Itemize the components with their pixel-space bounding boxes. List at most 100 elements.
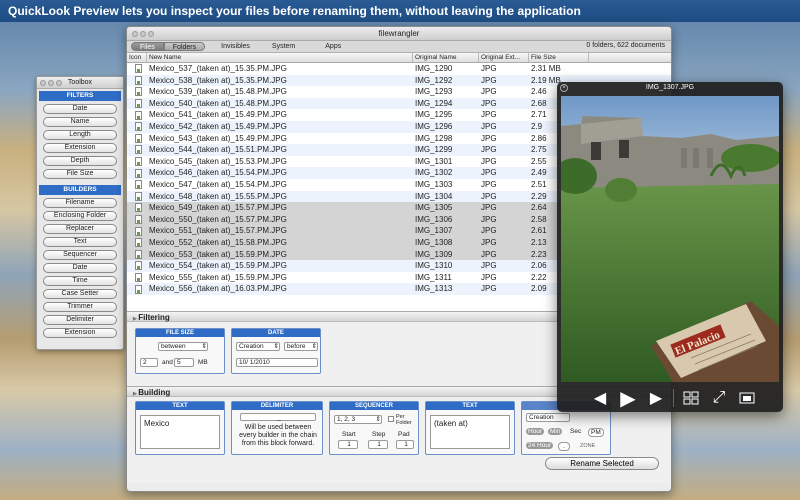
minimize-dot-icon[interactable] xyxy=(48,80,54,86)
new-name-cell: Mexico_545_(taken at)_15.53.PM.JPG xyxy=(149,156,287,166)
new-name-cell: Mexico_541_(taken at)_15.49.PM.JPG xyxy=(149,110,287,120)
text-input-1[interactable]: Mexico xyxy=(140,415,220,449)
ruins-photo-image: El Palacio xyxy=(561,96,779,382)
new-name-cell: Mexico_547_(taken at)_15.54.PM.JPG xyxy=(149,179,287,189)
text-builder-block-1[interactable]: TEXT Mexico xyxy=(135,401,225,455)
filter-4-button[interactable]: Depth xyxy=(43,156,117,166)
builder-6-button[interactable]: Time xyxy=(43,276,117,286)
folders-segment[interactable]: Folders xyxy=(163,42,206,51)
jpg-file-icon xyxy=(127,98,147,110)
date-filter-block[interactable]: DATE Creation ⇕ before ⇕ 10/ 1/2010 xyxy=(231,328,321,374)
time-separator[interactable]: . xyxy=(558,442,570,451)
builder-5-button[interactable]: Date xyxy=(43,263,117,273)
jpg-file-icon xyxy=(127,63,147,75)
delimiter-input[interactable]: _ xyxy=(240,413,316,421)
original-ext-cell: JPG xyxy=(481,203,497,213)
zone-token[interactable]: ZONE xyxy=(580,443,595,449)
builder-8-button[interactable]: Trimmer xyxy=(43,302,117,312)
original-ext-cell: JPG xyxy=(481,75,497,85)
size-high-field[interactable]: 5 xyxy=(174,358,194,367)
builder-0-button[interactable]: Filename xyxy=(43,198,117,208)
filter-5-button[interactable]: File Size xyxy=(43,169,117,179)
text-builder-block-2[interactable]: TEXT (taken at) xyxy=(425,401,515,455)
date-mode-select[interactable]: before ⇕ xyxy=(284,342,318,351)
file-size-filter-block[interactable]: FILE SIZE between ⇕ 2 and 5 MB xyxy=(135,328,225,374)
filter-1-button[interactable]: Name xyxy=(43,117,117,127)
pad-label: Pad xyxy=(398,431,410,438)
col-icon[interactable]: Icon xyxy=(127,53,147,62)
builder-10-button[interactable]: Extension xyxy=(43,328,117,338)
next-arrow-icon[interactable]: ▶ xyxy=(645,387,667,409)
unit-select[interactable]: MB xyxy=(198,359,208,366)
filter-3-button[interactable]: Extension xyxy=(43,143,117,153)
files-segment[interactable]: Files xyxy=(131,42,164,51)
builder-3-button[interactable]: Text xyxy=(43,237,117,247)
rename-selected-button[interactable]: Rename Selected xyxy=(545,457,659,470)
close-icon[interactable]: × xyxy=(560,84,568,92)
original-ext-cell: JPG xyxy=(481,64,497,73)
toolbox-title: Toolbox xyxy=(67,79,93,86)
col-original-name[interactable]: Original Name xyxy=(413,53,479,62)
builder-1-button[interactable]: Enclosing Folder xyxy=(43,211,117,221)
delimiter-note: Will be used between every builder in th… xyxy=(239,424,317,447)
date-field-select[interactable]: Creation ⇕ xyxy=(236,342,280,351)
builder-2-button[interactable]: Replacer xyxy=(43,224,117,234)
minimize-dot-icon[interactable] xyxy=(140,31,146,37)
pad-field[interactable]: 1 xyxy=(396,440,414,449)
close-dot-icon[interactable] xyxy=(132,31,138,37)
zoom-dot-icon[interactable] xyxy=(56,80,62,86)
tab-system[interactable]: System xyxy=(272,43,295,50)
per-folder-checkbox[interactable] xyxy=(388,416,394,422)
start-field[interactable]: 1 xyxy=(338,440,358,449)
filter-2-button[interactable]: Length xyxy=(43,130,117,140)
file-count-summary: 0 folders, 622 documents xyxy=(586,42,665,49)
hour-token[interactable]: Hour xyxy=(526,428,545,435)
step-label: Step xyxy=(372,431,386,438)
toolbox-panel: Toolbox FILTERS Date Name Length Extension D… xyxy=(36,76,124,350)
builder-7-button[interactable]: Case Setter xyxy=(43,289,117,299)
new-name-cell: Mexico_542_(taken at)_15.49.PM.JPG xyxy=(149,121,287,131)
col-new-name[interactable]: New Name xyxy=(147,53,413,62)
filter-0-button[interactable]: Date xyxy=(43,104,117,114)
original-ext-cell: JPG xyxy=(481,179,497,189)
col-original-ext[interactable]: Original Ext... xyxy=(479,53,529,62)
toolbox-titlebar[interactable]: Toolbox xyxy=(37,77,123,89)
24-hour-toggle[interactable]: 24 Hour xyxy=(526,442,554,449)
fullscreen-icon[interactable]: ⤢ xyxy=(708,387,730,409)
jpg-file-icon xyxy=(127,237,147,249)
play-icon[interactable]: ▶ xyxy=(617,387,639,410)
step-field[interactable]: 1 xyxy=(368,440,388,449)
col-file-size[interactable]: File Size xyxy=(529,53,589,62)
date-value-field[interactable]: 10/ 1/2010 xyxy=(236,358,318,367)
size-low-field[interactable]: 2 xyxy=(140,358,158,367)
preview-titlebar[interactable]: × IMG_1307.JPG xyxy=(557,82,783,94)
table-row[interactable]: Mexico_537_(taken at)_15.35.PM.JPG IMG_12… xyxy=(127,63,671,75)
original-name-cell: IMG_1298 xyxy=(415,133,453,143)
builder-9-button[interactable]: Delimiter xyxy=(43,315,117,325)
preview-title: IMG_1307.JPG xyxy=(645,84,695,91)
close-dot-icon[interactable] xyxy=(40,80,46,86)
sequencer-builder-block[interactable]: SEQUENCER 1, 2, 3 ⇕ Per Folder Start Ste… xyxy=(329,401,419,455)
pm-token[interactable]: PM xyxy=(588,428,604,437)
zoom-dot-icon[interactable] xyxy=(148,31,154,37)
add-to-iphoto-icon[interactable] xyxy=(736,387,758,409)
window-titlebar[interactable]: filewrangler xyxy=(127,27,671,41)
delimiter-builder-block[interactable]: DELIMITER _ Will be used between every b… xyxy=(231,401,323,455)
tab-apps[interactable]: Apps xyxy=(325,43,341,50)
preview-toolbar: ◀ ▶ ▶ ⤢ xyxy=(557,384,783,412)
sequence-style-select[interactable]: 1, 2, 3 ⇕ xyxy=(334,415,382,424)
original-name-cell: IMG_1306 xyxy=(415,214,453,224)
index-sheet-icon[interactable] xyxy=(680,387,702,409)
size-mode-select[interactable]: between ⇕ xyxy=(158,342,208,351)
min-token[interactable]: Min xyxy=(548,428,563,435)
previous-arrow-icon[interactable]: ◀ xyxy=(589,387,611,409)
original-ext-cell: JPG xyxy=(481,133,497,143)
sec-token[interactable]: Sec xyxy=(570,428,581,435)
tab-invisibles[interactable]: Invisibles xyxy=(221,43,250,50)
new-name-cell: Mexico_539_(taken at)_15.48.PM.JPG xyxy=(149,87,287,97)
files-folders-segment: Files Folders xyxy=(131,42,206,51)
text-input-2[interactable]: (taken at) xyxy=(430,415,510,449)
time-field-select[interactable]: Creation xyxy=(526,413,570,422)
sequencer-header: SEQUENCER xyxy=(330,402,418,410)
builder-4-button[interactable]: Sequencer xyxy=(43,250,117,260)
